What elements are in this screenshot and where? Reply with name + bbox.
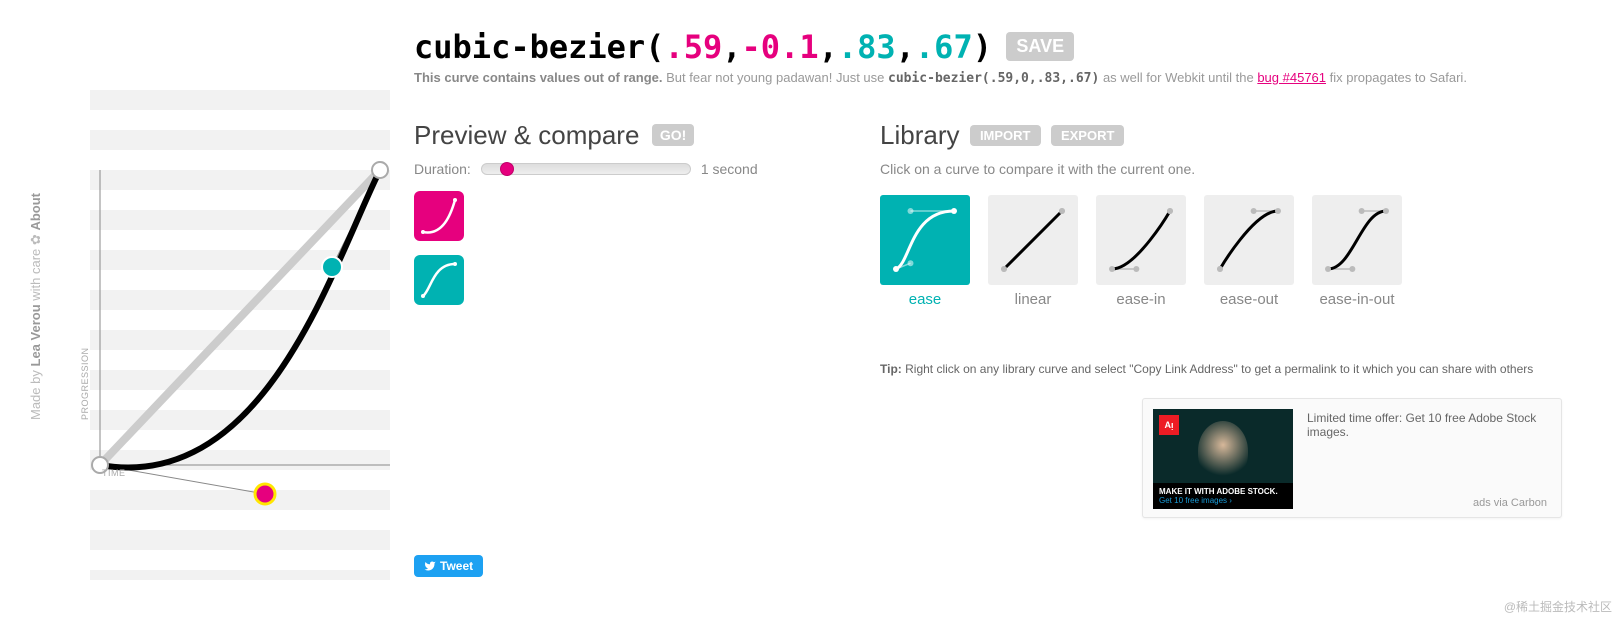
bug-link[interactable]: bug #45761 bbox=[1257, 70, 1326, 85]
library-tile[interactable] bbox=[880, 195, 970, 285]
duration-slider[interactable] bbox=[481, 163, 691, 175]
preview-swatch-current[interactable] bbox=[414, 191, 464, 241]
grid-stripes bbox=[90, 80, 390, 580]
duration-label: Duration: bbox=[414, 161, 471, 177]
out-of-range-warning: This curve contains values out of range.… bbox=[414, 70, 1467, 86]
tweet-label: Tweet bbox=[440, 559, 473, 573]
library-tile[interactable] bbox=[988, 195, 1078, 285]
ad-text: Limited time offer: Get 10 free Adobe St… bbox=[1307, 411, 1547, 439]
bezier-canvas[interactable]: PROGRESSION TIME bbox=[90, 80, 390, 580]
library-item-label: ease-in-out bbox=[1312, 291, 1402, 308]
library-section: Library IMPORT EXPORT Click on a curve t… bbox=[880, 120, 1580, 308]
bezier-p4: .67 bbox=[915, 28, 973, 66]
tip-label: Tip: bbox=[880, 362, 902, 376]
tip-text: Right click on any library curve and sel… bbox=[902, 362, 1534, 376]
library-tile[interactable] bbox=[1096, 195, 1186, 285]
y-axis-label: PROGRESSION bbox=[80, 347, 90, 420]
library-item-ease-in-out[interactable]: ease-in-out bbox=[1312, 195, 1402, 308]
ad-band-line2: Get 10 free images › bbox=[1159, 496, 1287, 505]
control-point-p1[interactable] bbox=[255, 484, 275, 504]
x-axis-label: TIME bbox=[102, 468, 126, 478]
tweet-button[interactable]: Tweet bbox=[414, 555, 483, 577]
bezier-p2: -0.1 bbox=[742, 28, 819, 66]
save-button[interactable]: SAVE bbox=[1006, 32, 1074, 61]
ad-via[interactable]: ads via Carbon bbox=[1473, 497, 1547, 509]
bezier-p1: .59 bbox=[664, 28, 722, 66]
ad-card[interactable]: Aᴉ MAKE IT WITH ADOBE STOCK. Get 10 free… bbox=[1142, 398, 1562, 518]
bezier-expression: cubic-bezier(.59,-0.1,.83,.67) bbox=[414, 28, 992, 66]
go-button[interactable]: GO! bbox=[652, 124, 694, 146]
preview-title: Preview & compare bbox=[414, 120, 639, 151]
library-item-linear[interactable]: linear bbox=[988, 195, 1078, 308]
duration-value: 1 second bbox=[701, 161, 758, 177]
library-item-ease-in[interactable]: ease-in bbox=[1096, 195, 1186, 308]
about-link[interactable]: About bbox=[28, 193, 43, 231]
preview-swatch-compare[interactable] bbox=[414, 255, 464, 305]
watermark: @稀土掘金技术社区 bbox=[1504, 598, 1612, 615]
library-item-label: ease-in bbox=[1096, 291, 1186, 308]
paren-close: ) bbox=[973, 28, 992, 66]
paren-open: ( bbox=[645, 28, 664, 66]
library-tile[interactable] bbox=[1204, 195, 1294, 285]
library-hint: Click on a curve to compare it with the … bbox=[880, 161, 1580, 177]
bezier-p3: .83 bbox=[838, 28, 896, 66]
ad-image: Aᴉ MAKE IT WITH ADOBE STOCK. Get 10 free… bbox=[1153, 409, 1293, 509]
ad-band-line1: MAKE IT WITH ADOBE STOCK. bbox=[1159, 487, 1287, 496]
gear-icon: ✿ bbox=[28, 234, 43, 245]
library-tile[interactable] bbox=[1312, 195, 1402, 285]
control-point-p2[interactable] bbox=[322, 257, 342, 277]
func-name: cubic-bezier bbox=[414, 28, 645, 66]
main-header: cubic-bezier(.59,-0.1,.83,.67) SAVE bbox=[414, 28, 1074, 66]
twitter-icon bbox=[424, 560, 436, 572]
author-link[interactable]: Lea Verou bbox=[28, 304, 43, 366]
warning-bold: This curve contains values out of range. bbox=[414, 70, 663, 85]
made-by-text: Made by bbox=[28, 370, 43, 420]
adobe-badge-icon: Aᴉ bbox=[1159, 415, 1179, 435]
tip-line: Tip: Right click on any library curve an… bbox=[880, 362, 1533, 376]
library-item-label: ease bbox=[880, 291, 970, 308]
export-button[interactable]: EXPORT bbox=[1051, 125, 1124, 146]
library-item-ease[interactable]: ease bbox=[880, 195, 970, 308]
slider-thumb[interactable] bbox=[500, 162, 514, 176]
library-title: Library bbox=[880, 120, 959, 151]
library-item-label: linear bbox=[988, 291, 1078, 308]
side-credits: Made by Lea Verou with care ✿ About bbox=[28, 193, 44, 420]
with-care-text: with care bbox=[28, 249, 43, 301]
import-button[interactable]: IMPORT bbox=[970, 125, 1041, 146]
warning-code: cubic-bezier(.59,0,.83,.67) bbox=[888, 71, 1099, 86]
endpoint-end bbox=[372, 162, 388, 178]
library-item-ease-out[interactable]: ease-out bbox=[1204, 195, 1294, 308]
library-item-label: ease-out bbox=[1204, 291, 1294, 308]
preview-section: Preview & compare GO! Duration: 1 second bbox=[414, 120, 834, 305]
